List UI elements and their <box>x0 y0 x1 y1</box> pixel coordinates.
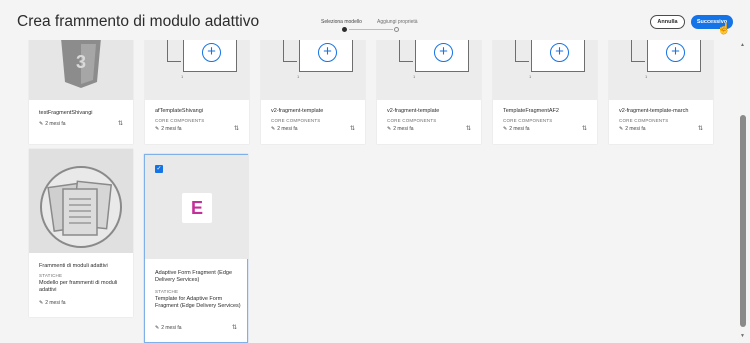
card-description: Template for Adaptive Form Fragment (Edg… <box>155 296 241 309</box>
sync-icon[interactable]: ⇅ <box>466 125 471 132</box>
card-meta: CORE COMPONENTS <box>155 118 205 123</box>
card-thumbnail: + 1 <box>609 40 713 100</box>
card-title: v2-fragment-template <box>271 108 324 114</box>
sync-icon[interactable]: ⇅ <box>350 125 355 132</box>
template-frame: + <box>531 40 585 72</box>
template-card[interactable]: + 1 afTemplateShivangi CORE COMPONENTS ✎… <box>145 40 249 144</box>
svg-text:3: 3 <box>76 52 86 72</box>
template-mark: 1 <box>181 74 184 79</box>
add-circle-icon: + <box>318 43 337 62</box>
add-circle-icon: + <box>666 43 685 62</box>
template-card-selected[interactable]: ✓ E Adaptive Form Fragment (Edge Deliver… <box>144 154 249 343</box>
card-thumbnail <box>29 149 133 253</box>
template-outline <box>167 40 181 62</box>
card-date: ✎ 2 mesi fa <box>619 126 646 132</box>
sync-icon[interactable]: ⇅ <box>232 324 237 331</box>
card-thumbnail: + 1 <box>261 40 365 100</box>
pencil-icon: ✎ <box>39 300 44 306</box>
template-frame: + <box>415 40 469 72</box>
wizard-stepper: Seleziona modello Aggiungi proprietà <box>312 0 422 40</box>
template-outline <box>283 40 297 62</box>
edge-delivery-logo: E <box>182 193 212 223</box>
template-card[interactable]: 3 testFragmentShivangi ✎ 2 mesi fa ⇅ <box>29 40 133 144</box>
scrollbar-thumb[interactable] <box>740 115 746 327</box>
template-frame: + <box>183 40 237 72</box>
card-date: ✎ 2 mesi fa <box>503 126 530 132</box>
card-date: ✎ 2 mesi fa <box>271 126 298 132</box>
step-label-select-template: Seleziona modello <box>321 19 362 25</box>
template-card[interactable]: + 1 v2-fragment-template CORE COMPONENTS… <box>377 40 481 144</box>
scroll-down-icon[interactable]: ▼ <box>740 333 745 339</box>
card-thumbnail: + 1 <box>377 40 481 100</box>
template-frame: + <box>299 40 353 72</box>
template-outline <box>515 40 529 62</box>
template-grid: 3 testFragmentShivangi ✎ 2 mesi fa ⇅ + 1… <box>0 40 728 343</box>
card-description: Modello per frammenti di moduli adattivi <box>39 280 118 293</box>
template-card[interactable]: + 1 TemplateFragmentAF2 CORE COMPONENTS … <box>493 40 597 144</box>
scroll-up-icon[interactable]: ▲ <box>740 42 745 48</box>
pencil-icon: ✎ <box>155 325 160 331</box>
add-circle-icon: + <box>434 43 453 62</box>
template-mark: 1 <box>529 74 532 79</box>
template-card[interactable]: Frammenti di moduli adattivi STATICHE Mo… <box>29 149 133 317</box>
pencil-icon: ✎ <box>503 126 508 132</box>
css3-shield-icon: 3 <box>61 40 101 88</box>
card-meta: STATICHE <box>39 273 63 278</box>
template-card[interactable]: + 1 v2-fragment-template-march CORE COMP… <box>609 40 713 144</box>
pencil-icon: ✎ <box>619 126 624 132</box>
template-outline <box>631 40 645 62</box>
dialog-header: Crea frammento di modulo adattivo Selezi… <box>0 0 750 40</box>
sync-icon[interactable]: ⇅ <box>118 120 123 127</box>
card-title: Frammenti di moduli adattivi <box>39 263 108 269</box>
template-card[interactable]: + 1 v2-fragment-template CORE COMPONENTS… <box>261 40 365 144</box>
template-frame: + <box>647 40 701 72</box>
card-meta: CORE COMPONENTS <box>619 118 669 123</box>
card-date: ✎ 2 mesi fa <box>39 300 66 306</box>
hand-cursor-icon: ☝ <box>717 23 731 35</box>
sync-icon[interactable]: ⇅ <box>234 125 239 132</box>
card-thumbnail: + 1 <box>145 40 249 100</box>
card-title: Adaptive Form Fragment (Edge Delivery Se… <box>155 270 233 283</box>
step-connector <box>349 29 393 30</box>
step-dot-inactive <box>394 27 399 32</box>
card-thumbnail: ✓ E <box>145 155 249 259</box>
card-date: ✎ 2 mesi fa <box>387 126 414 132</box>
card-date: ✎ 2 mesi fa <box>39 121 66 127</box>
sync-icon[interactable]: ⇅ <box>582 125 587 132</box>
card-title: v2-fragment-template-march <box>619 108 689 114</box>
pencil-icon: ✎ <box>271 126 276 132</box>
checkbox-icon[interactable]: ✓ <box>155 165 163 173</box>
card-meta: STATICHE <box>155 289 179 294</box>
template-outline <box>399 40 413 62</box>
card-meta: CORE COMPONENTS <box>387 118 437 123</box>
card-title: v2-fragment-template <box>387 108 440 114</box>
card-date: ✎ 2 mesi fa <box>155 126 182 132</box>
add-circle-icon: + <box>202 43 221 62</box>
card-meta: CORE COMPONENTS <box>503 118 553 123</box>
card-thumbnail: 3 <box>29 40 133 100</box>
card-meta: CORE COMPONENTS <box>271 118 321 123</box>
card-title: TemplateFragmentAF2 <box>503 108 559 114</box>
add-circle-icon: + <box>550 43 569 62</box>
sync-icon[interactable]: ⇅ <box>698 125 703 132</box>
template-mark: 1 <box>645 74 648 79</box>
card-date: ✎ 2 mesi fa <box>155 325 182 331</box>
page-title: Crea frammento di modulo adattivo <box>17 13 260 30</box>
pencil-icon: ✎ <box>387 126 392 132</box>
template-mark: 1 <box>297 74 300 79</box>
pencil-icon: ✎ <box>39 121 44 127</box>
card-thumbnail: + 1 <box>493 40 597 100</box>
template-mark: 1 <box>413 74 416 79</box>
pencil-icon: ✎ <box>155 126 160 132</box>
card-title: afTemplateShivangi <box>155 108 204 114</box>
cancel-button[interactable]: Annulla <box>650 15 685 29</box>
step-label-add-properties: Aggiungi proprietà <box>377 19 418 25</box>
step-dot-active <box>342 27 347 32</box>
card-title: testFragmentShivangi <box>39 110 93 116</box>
fragment-documents-icon <box>40 166 122 248</box>
